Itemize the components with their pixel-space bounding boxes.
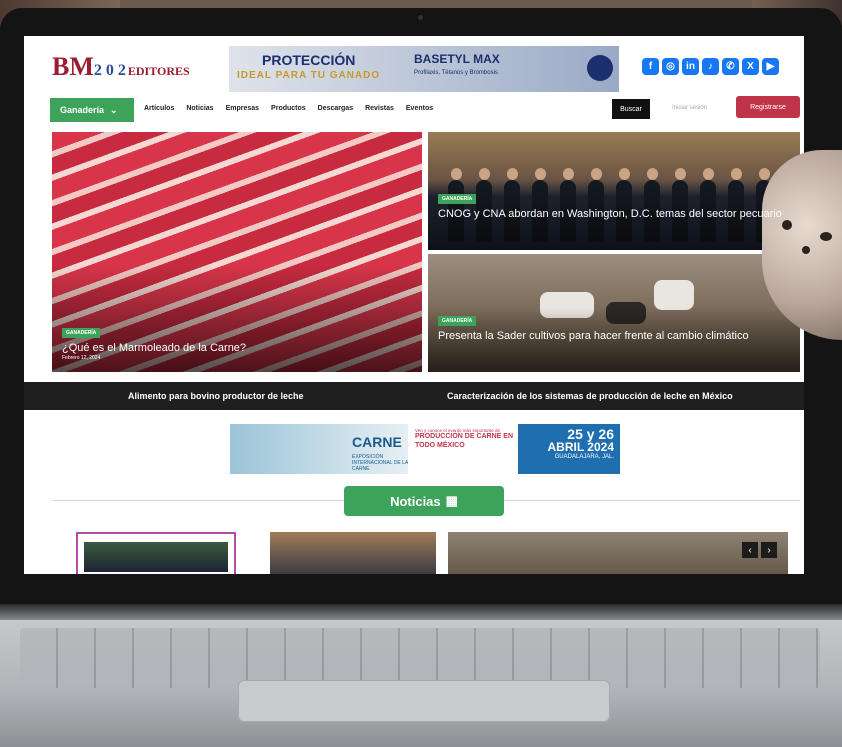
ad-carne-sub: EXPOSICIÓN INTERNACIONAL DE LA CARNE xyxy=(352,454,408,472)
section-title: Noticias xyxy=(390,493,441,509)
banner-product: BASETYL MAX xyxy=(414,52,500,66)
chevron-left-icon[interactable]: ‹ xyxy=(742,542,758,558)
news-thumbnail[interactable] xyxy=(76,532,236,574)
laptop-lid: BM2 0 2 EDITORES PROTECCIÓN IDEAL PARA TU… xyxy=(0,8,842,608)
tiktok-icon[interactable]: ♪ xyxy=(702,58,719,75)
nav-item-noticias[interactable]: Noticias xyxy=(186,105,213,112)
banner-seal-icon xyxy=(587,55,613,81)
main-nav: Ganadería ⌄ Artículos Noticias Empresas … xyxy=(24,96,804,124)
news-thumbnail[interactable] xyxy=(448,532,788,574)
nav-links: Artículos Noticias Empresas Productos De… xyxy=(144,105,433,112)
featured-main-card[interactable]: GANADERÍA ¿Qué es el Marmoleado de la Ca… xyxy=(52,132,422,372)
nav-item-descargas[interactable]: Descargas xyxy=(318,105,353,112)
featured-top-right-card[interactable]: GANADERÍA CNOG y CNA abordan en Washingt… xyxy=(428,132,800,250)
header-ad-banner[interactable]: PROTECCIÓN IDEAL PARA TU GANADO BASETYL … xyxy=(229,46,619,92)
ad-dates: 25 y 26 xyxy=(567,426,614,442)
featured-bottom-right-title: Presenta la Sader cultivos para hacer fr… xyxy=(438,330,749,342)
goat-figure xyxy=(606,302,646,324)
ad-month: ABRIL 2024 xyxy=(547,440,614,454)
nose-spot xyxy=(820,232,832,241)
trackpad xyxy=(238,680,610,722)
instagram-icon[interactable]: ◎ xyxy=(662,58,679,75)
logo-numbers: 2 0 2 xyxy=(93,62,126,79)
featured-bottom-right-card[interactable]: GANADERÍA Presenta la Sader cultivos par… xyxy=(428,254,800,372)
banner-product-desc: Profilaxis, Tétanos y Brombosis xyxy=(414,70,498,76)
chevron-right-icon[interactable]: › xyxy=(761,542,777,558)
webcam xyxy=(418,15,423,20)
featured-main-tag: GANADERÍA xyxy=(62,328,101,338)
strip-link-right[interactable]: Caracterización de los sistemas de produ… xyxy=(447,391,733,401)
ad-city: GUADALAJARA, JAL. xyxy=(554,453,614,460)
facebook-icon[interactable]: f xyxy=(642,58,659,75)
laptop-screen: BM2 0 2 EDITORES PROTECCIÓN IDEAL PARA TU… xyxy=(24,36,804,574)
newspaper-icon: ▦ xyxy=(445,493,458,508)
goat-figure xyxy=(654,280,694,310)
ad-date-panel: 25 y 26 ABRIL 2024 GUADALAJARA, JAL. xyxy=(518,424,620,474)
category-dropdown[interactable]: Ganadería ⌄ xyxy=(50,98,134,122)
login-link[interactable]: Iniciar sesión xyxy=(672,105,707,111)
ad-carne-title: CARNE xyxy=(352,434,402,450)
logo-suffix: EDITORES xyxy=(127,64,190,78)
event-ad-banner[interactable]: CARNE EXPOSICIÓN INTERNACIONAL DE LA CAR… xyxy=(230,424,620,474)
ad-left-panel: CARNE EXPOSICIÓN INTERNACIONAL DE LA CAR… xyxy=(230,424,408,474)
strip-link-left[interactable]: Alimento para bovino productor de leche xyxy=(128,391,304,401)
search-button[interactable]: Buscar xyxy=(612,99,650,119)
social-links: f ◎ in ♪ ✆ X ▶ xyxy=(642,58,779,75)
site-logo[interactable]: BM2 0 2 EDITORES xyxy=(52,52,190,82)
featured-main-date: Febrero 12, 2024 xyxy=(62,355,101,361)
carousel-controls: ‹ › xyxy=(742,542,777,558)
section-heading-noticias: Noticias ▦ xyxy=(344,486,504,516)
banner-subline: IDEAL PARA TU GANADO xyxy=(237,70,381,81)
news-thumbnail[interactable] xyxy=(270,532,436,574)
featured-main-title: ¿Qué es el Marmoleado de la Carne? xyxy=(62,342,247,354)
ad-mid-text: Ven y conoce el evento más importante de… xyxy=(415,428,515,450)
nav-item-revistas[interactable]: Revistas xyxy=(365,105,394,112)
banner-headline: PROTECCIÓN xyxy=(262,52,356,68)
featured-top-right-title: CNOG y CNA abordan en Washington, D.C. t… xyxy=(438,208,782,220)
news-thumbnail-image xyxy=(84,542,228,572)
goat-figure xyxy=(540,292,594,318)
youtube-icon[interactable]: ▶ xyxy=(762,58,779,75)
keyboard xyxy=(20,628,820,688)
category-label: Ganadería xyxy=(60,105,105,115)
nav-item-eventos[interactable]: Eventos xyxy=(406,105,433,112)
register-button[interactable]: Registrarse xyxy=(736,96,800,118)
nose-spot xyxy=(802,246,810,254)
nav-item-empresas[interactable]: Empresas xyxy=(226,105,259,112)
featured-bottom-right-tag: GANADERÍA xyxy=(438,316,477,326)
featured-top-right-tag: GANADERÍA xyxy=(438,194,477,204)
chevron-down-icon: ⌄ xyxy=(110,104,118,115)
ad-mid-big: PRODUCCIÓN DE CARNE EN TODO MÉXICO xyxy=(415,433,514,449)
headline-strip: Alimento para bovino productor de leche … xyxy=(24,382,804,410)
linkedin-icon[interactable]: in xyxy=(682,58,699,75)
nav-item-productos[interactable]: Productos xyxy=(271,105,306,112)
nav-item-articulos[interactable]: Artículos xyxy=(144,105,174,112)
nose-spot xyxy=(782,220,792,230)
site-header: BM2 0 2 EDITORES PROTECCIÓN IDEAL PARA TU… xyxy=(24,36,804,98)
whatsapp-icon[interactable]: ✆ xyxy=(722,58,739,75)
logo-text: BM xyxy=(52,52,94,81)
x-icon[interactable]: X xyxy=(742,58,759,75)
